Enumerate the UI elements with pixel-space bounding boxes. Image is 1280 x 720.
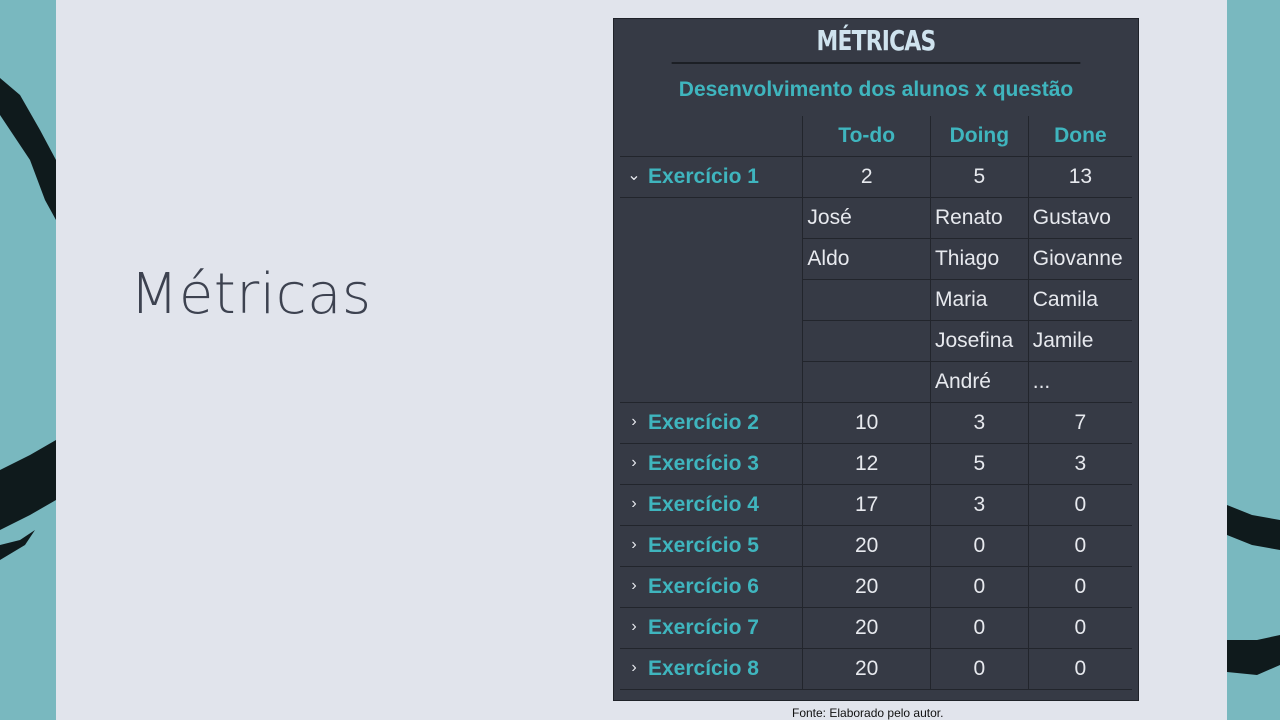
todo-count: 10 bbox=[802, 402, 931, 444]
student-name-done: Camila bbox=[1028, 279, 1132, 321]
row-label: Exercício 3 bbox=[648, 452, 759, 475]
student-name-todo: José bbox=[802, 197, 931, 239]
doing-count: 3 bbox=[930, 402, 1029, 444]
chevron-right-icon[interactable]: › bbox=[620, 659, 648, 677]
todo-count: 20 bbox=[802, 525, 931, 567]
done-count: 0 bbox=[1028, 525, 1132, 567]
chevron-down-icon[interactable]: ⌄ bbox=[620, 165, 648, 185]
student-name-done: Giovanne bbox=[1028, 238, 1132, 280]
expanded-detail-spacer bbox=[620, 197, 804, 403]
doing-count: 0 bbox=[930, 566, 1029, 608]
slide: Métricas MÉTRICAS Desenvolvimento dos al… bbox=[56, 0, 1227, 720]
done-count: 3 bbox=[1028, 443, 1132, 485]
doing-count: 3 bbox=[930, 484, 1029, 526]
todo-count: 2 bbox=[802, 156, 931, 198]
source-note: Fonte: Elaborado pelo autor. bbox=[792, 706, 944, 720]
table-row[interactable]: › Exercício 4 17 3 0 bbox=[620, 484, 1132, 526]
done-count: 13 bbox=[1028, 156, 1132, 198]
chevron-right-icon[interactable]: › bbox=[620, 618, 648, 636]
chevron-right-icon[interactable]: › bbox=[620, 413, 648, 431]
student-name-todo bbox=[802, 279, 931, 321]
table-row[interactable]: › Exercício 2 10 3 7 bbox=[620, 402, 1132, 444]
student-name-doing: André bbox=[930, 361, 1029, 403]
panel-subtitle: Desenvolvimento dos alunos x questão bbox=[678, 78, 1074, 101]
todo-count: 20 bbox=[802, 607, 931, 649]
column-header-todo: To-do bbox=[802, 116, 931, 157]
row-label: Exercício 4 bbox=[648, 493, 759, 516]
right-decorative-border bbox=[1227, 0, 1280, 720]
student-name-doing: Renato bbox=[930, 197, 1029, 239]
row-label-cell[interactable]: › Exercício 7 bbox=[620, 607, 804, 649]
row-label-cell[interactable]: › Exercício 3 bbox=[620, 443, 804, 485]
empty-header-cell bbox=[620, 116, 804, 157]
row-label: Exercício 2 bbox=[648, 411, 759, 434]
student-name-row: José Renato Gustavo bbox=[620, 197, 1132, 403]
row-label-cell[interactable]: › Exercício 5 bbox=[620, 525, 804, 567]
column-header-done: Done bbox=[1028, 116, 1132, 157]
student-name-doing: Thiago bbox=[930, 238, 1029, 280]
student-name-done: ... bbox=[1028, 361, 1132, 403]
todo-count: 17 bbox=[802, 484, 931, 526]
row-label: Exercício 5 bbox=[648, 534, 759, 557]
student-name-todo: Aldo bbox=[802, 238, 931, 280]
brush-stroke-right bbox=[1227, 505, 1280, 675]
chevron-right-icon[interactable]: › bbox=[620, 536, 648, 554]
table-row[interactable]: › Exercício 7 20 0 0 bbox=[620, 607, 1132, 649]
student-name-todo bbox=[802, 320, 931, 362]
row-label: Exercício 7 bbox=[648, 616, 759, 639]
panel-header: MÉTRICAS bbox=[671, 19, 1081, 64]
brush-stroke-left bbox=[0, 78, 56, 560]
table-row[interactable]: › Exercício 3 12 5 3 bbox=[620, 443, 1132, 485]
done-count: 7 bbox=[1028, 402, 1132, 444]
table-row[interactable]: › Exercício 6 20 0 0 bbox=[620, 566, 1132, 608]
chevron-right-icon[interactable]: › bbox=[620, 495, 648, 513]
table-row-expanded[interactable]: ⌄ Exercício 1 2 5 13 bbox=[620, 156, 1132, 198]
student-name-done: Jamile bbox=[1028, 320, 1132, 362]
column-header-doing: Doing bbox=[930, 116, 1029, 157]
doing-count: 0 bbox=[930, 525, 1029, 567]
chevron-right-icon[interactable]: › bbox=[620, 454, 648, 472]
done-count: 0 bbox=[1028, 607, 1132, 649]
todo-count: 12 bbox=[802, 443, 931, 485]
done-count: 0 bbox=[1028, 648, 1132, 690]
student-name-done: Gustavo bbox=[1028, 197, 1132, 239]
doing-count: 5 bbox=[930, 443, 1029, 485]
chevron-right-icon[interactable]: › bbox=[620, 577, 648, 595]
student-name-doing: Maria bbox=[930, 279, 1029, 321]
metrics-table: To-do Doing Done ⌄ Exercício 1 2 5 13 Jos… bbox=[620, 116, 1132, 690]
student-name-todo bbox=[802, 361, 931, 403]
doing-count: 0 bbox=[930, 648, 1029, 690]
row-label-cell[interactable]: › Exercício 2 bbox=[620, 402, 804, 444]
left-decorative-border bbox=[0, 0, 56, 720]
row-label: Exercício 1 bbox=[648, 165, 759, 188]
table-header-row: To-do Doing Done bbox=[620, 116, 1132, 157]
student-name-doing: Josefina bbox=[930, 320, 1029, 362]
row-label: Exercício 8 bbox=[648, 657, 759, 680]
row-label: Exercício 6 bbox=[648, 575, 759, 598]
row-label-cell[interactable]: › Exercício 8 bbox=[620, 648, 804, 690]
todo-count: 20 bbox=[802, 566, 931, 608]
table-row[interactable]: › Exercício 8 20 0 0 bbox=[620, 648, 1132, 690]
todo-count: 20 bbox=[802, 648, 931, 690]
table-row[interactable]: › Exercício 5 20 0 0 bbox=[620, 525, 1132, 567]
metrics-panel: MÉTRICAS Desenvolvimento dos alunos x qu… bbox=[613, 18, 1139, 701]
row-label-cell[interactable]: › Exercício 4 bbox=[620, 484, 804, 526]
row-label-cell[interactable]: › Exercício 6 bbox=[620, 566, 804, 608]
done-count: 0 bbox=[1028, 566, 1132, 608]
doing-count: 0 bbox=[930, 607, 1029, 649]
slide-title: Métricas bbox=[130, 262, 372, 327]
done-count: 0 bbox=[1028, 484, 1132, 526]
row-label-cell[interactable]: ⌄ Exercício 1 bbox=[620, 156, 804, 198]
doing-count: 5 bbox=[930, 156, 1029, 198]
